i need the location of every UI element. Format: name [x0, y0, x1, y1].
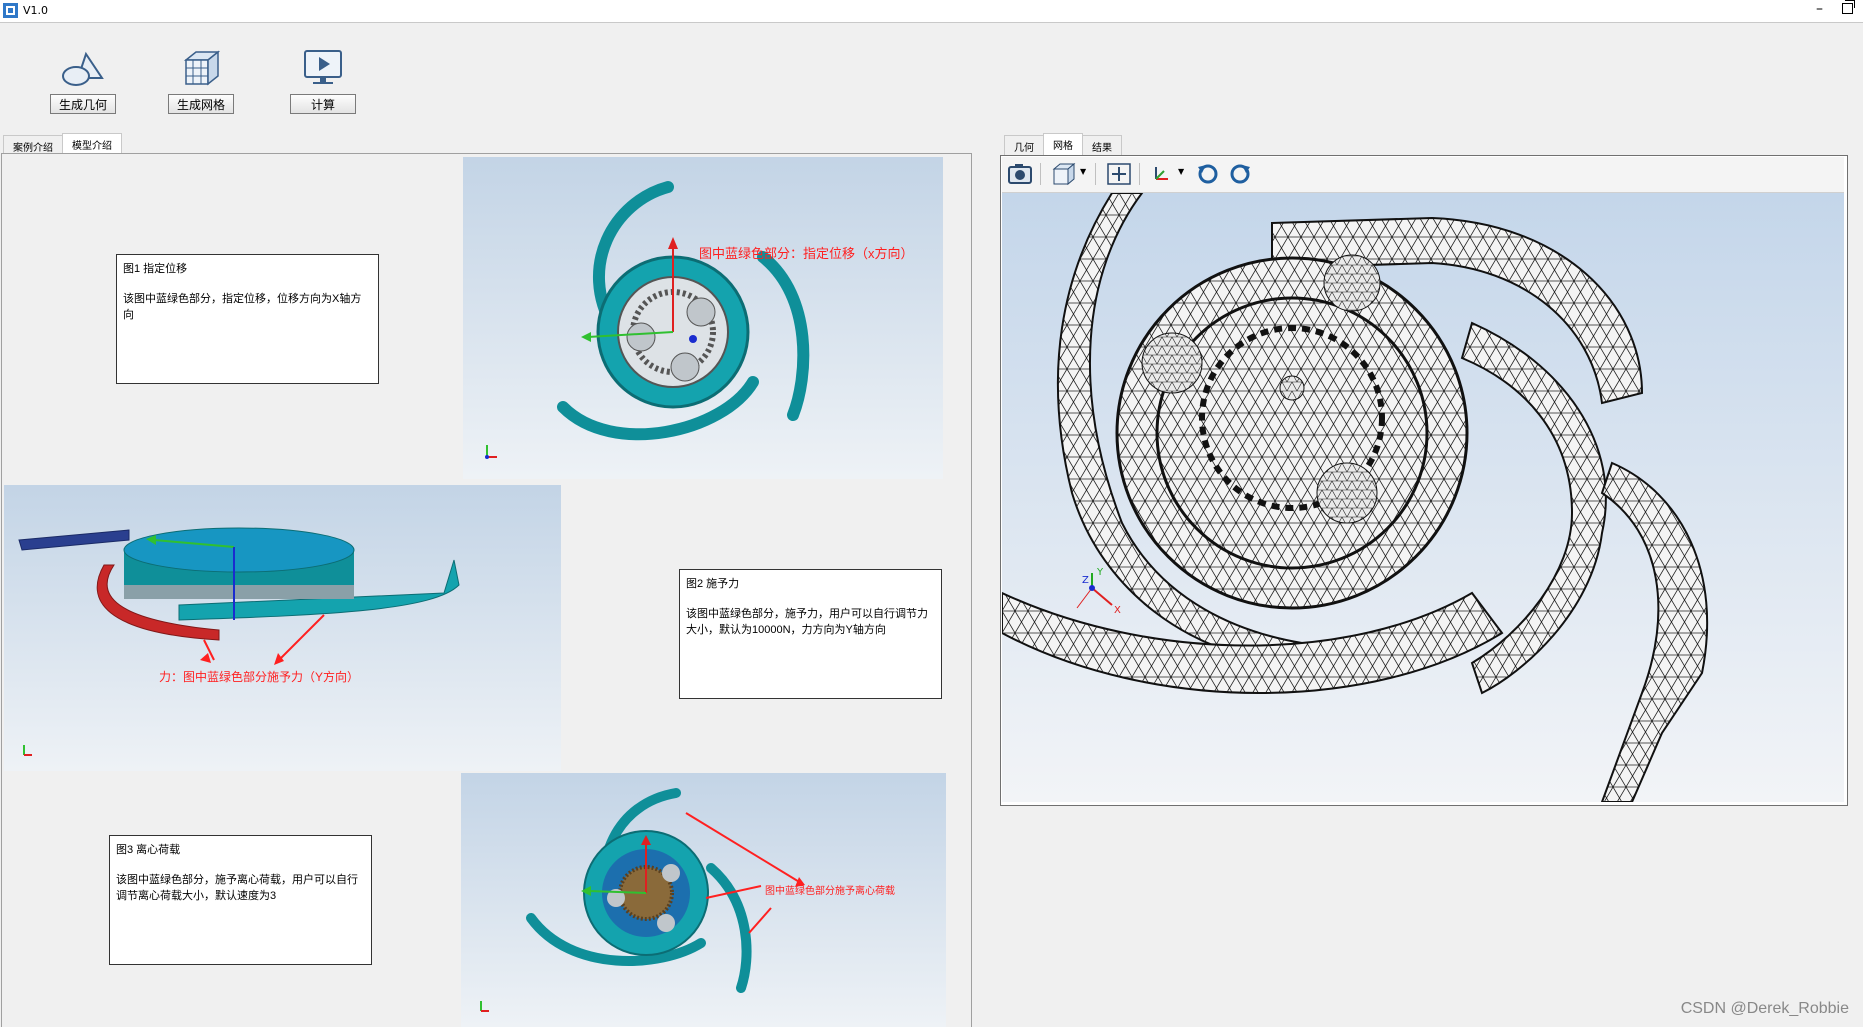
triad-y-label: Y — [1096, 567, 1104, 578]
fig3-description: 图3 离心荷载 该图中蓝绿色部分，施予离心荷载，用户可以自行调节离心荷载大小，默… — [109, 835, 372, 965]
camera-icon[interactable] — [1006, 161, 1034, 187]
compute-icon — [304, 50, 342, 84]
triad-x-label: X — [1114, 605, 1121, 616]
fig1-impeller-drawing — [485, 181, 810, 459]
fig2-impeller-drawing — [18, 527, 460, 756]
toolbar-separator — [1040, 163, 1041, 185]
generate-mesh-button[interactable]: 生成网格 — [168, 94, 234, 114]
title-bar: V1.0 – — [0, 0, 1863, 23]
mesh-tool: 生成网格 — [156, 48, 246, 114]
fit-view-icon[interactable] — [1105, 161, 1133, 187]
fig3-impeller-drawing — [480, 788, 805, 1012]
csdn-watermark: CSDN @Derek_Robbie — [1680, 1000, 1849, 1017]
fig1-body: 该图中蓝绿色部分，指定位移，位移方向为X轴方向 — [123, 293, 362, 321]
minimize-button[interactable]: – — [1816, 1, 1823, 17]
model-intro-panel: 图1 指定位移 该图中蓝绿色部分，指定位移，位移方向为X轴方向 图中蓝绿色部分：… — [1, 153, 972, 1027]
tab-geometry[interactable]: 几何 — [1004, 135, 1044, 156]
compute-button[interactable]: 计算 — [290, 94, 356, 114]
app-icon — [3, 3, 18, 18]
fig2-image: 力：图中蓝绿色部分施予力（Y方向） — [4, 485, 561, 771]
mesh-icon — [183, 50, 221, 86]
fig1-description: 图1 指定位移 该图中蓝绿色部分，指定位移，位移方向为X轴方向 — [116, 254, 379, 384]
view-cube-icon[interactable] — [1050, 161, 1078, 187]
rotate-ccw-icon[interactable] — [1194, 161, 1222, 187]
fig2-body: 该图中蓝绿色部分，施予力，用户可以自行调节力大小，默认为10000N，力方向为Y… — [686, 608, 928, 636]
fig3-image: 图中蓝绿色部分施予离心荷载 — [461, 773, 946, 1027]
toolbar-separator — [1095, 163, 1096, 185]
geometry-tool: 生成几何 — [38, 48, 128, 114]
right-tab-bar: 几何 网格 结果 — [1004, 133, 1122, 156]
fig1-title: 图1 指定位移 — [123, 263, 188, 275]
fig1-annotation: 图中蓝绿色部分：指定位移（x方向） — [699, 246, 914, 261]
fig3-annotation: 图中蓝绿色部分施予离心荷载 — [765, 886, 895, 897]
generate-geometry-button[interactable]: 生成几何 — [50, 94, 116, 114]
rotate-cw-icon[interactable] — [1226, 161, 1254, 187]
geometry-icon — [62, 51, 104, 86]
toolbar-separator — [1139, 163, 1140, 185]
mesh-drawing: Y X Z — [1002, 193, 1709, 802]
fig3-title: 图3 离心荷载 — [116, 844, 181, 856]
view-dropdown-arrow[interactable]: ▼ — [1080, 167, 1086, 176]
window-title: V1.0 — [23, 4, 49, 17]
fig2-annotation: 力：图中蓝绿色部分施予力（Y方向） — [159, 670, 360, 684]
fig2-description: 图2 施予力 该图中蓝绿色部分，施予力，用户可以自行调节力大小，默认为10000… — [679, 569, 942, 699]
compute-tool: 计算 — [278, 48, 368, 114]
axis-dropdown-arrow[interactable]: ▼ — [1178, 167, 1184, 176]
tab-mesh[interactable]: 网格 — [1043, 133, 1083, 156]
axis-triad-icon[interactable] — [1148, 161, 1176, 187]
fig1-image: 图中蓝绿色部分：指定位移（x方向） — [463, 157, 943, 479]
mesh-viewport[interactable]: Y X Z — [1002, 193, 1844, 802]
fig3-body: 该图中蓝绿色部分，施予离心荷载，用户可以自行调节离心荷载大小，默认速度为3 — [116, 874, 358, 902]
left-tab-bar: 案例介绍 模型介绍 — [3, 133, 122, 156]
tab-results[interactable]: 结果 — [1082, 135, 1122, 156]
restore-button[interactable] — [1842, 0, 1855, 14]
viewer-toolbar: ▼ ▼ — [1002, 157, 1844, 193]
fig2-title: 图2 施予力 — [686, 578, 740, 590]
triad-z-label: Z — [1082, 575, 1089, 586]
